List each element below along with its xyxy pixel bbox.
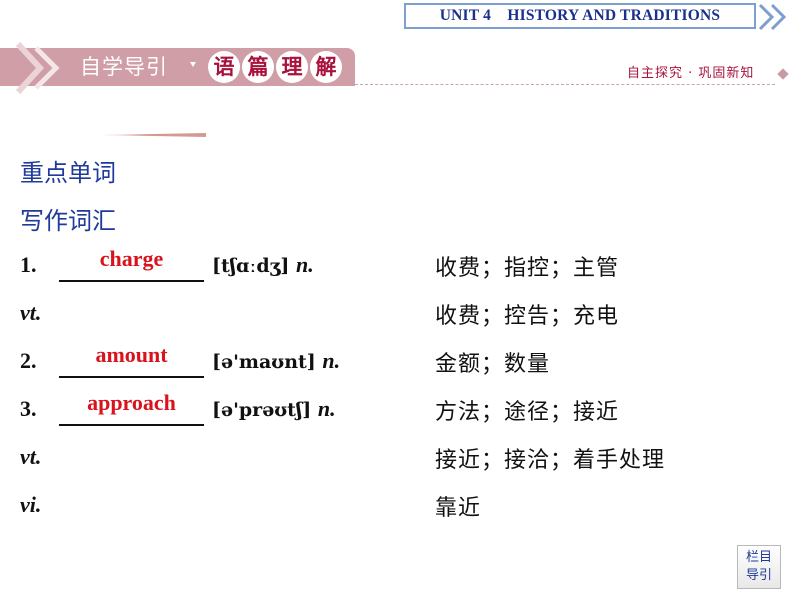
phonetic: [tʃɑːdʒ] n. [212,252,314,277]
answer-text: amount [95,342,168,367]
meaning: 金额；数量 [435,352,551,377]
nav-label-line2: 导引 [745,568,772,583]
nav-label-line1: 栏目 [745,550,772,565]
meaning: 收费；指控；主管 [435,256,620,281]
section-label: 自学导引 [80,55,168,79]
dashed-divider [355,84,775,85]
answer-text: approach [87,390,176,415]
answer-text: charge [99,246,164,271]
item-number: 3. [20,396,37,421]
part-of-speech: vt. [20,444,42,469]
decorative-stroke [98,133,206,137]
section-subtitle-char: 语 [208,51,240,83]
item-number: 2. [20,348,37,373]
section-subtitle-char: 解 [310,51,342,83]
double-chevron-right-icon [15,42,60,94]
right-section-label: 自主探究 · 巩固新知 [627,66,755,81]
answer-blank [59,376,204,378]
part-of-speech: vt. [20,300,42,325]
section-nav-button[interactable]: 栏目 导引 [737,545,781,589]
answer-blank [59,424,204,426]
phonetic: [ə'prəʊtʃ] n. [212,396,336,421]
unit-title-banner: UNIT 4 HISTORY AND TRADITIONS [404,3,756,29]
part-of-speech: vi. [20,492,42,517]
meaning: 接近；接洽；着手处理 [435,448,666,473]
meaning: 收费；控告；充电 [435,304,620,329]
heading-writing-vocab: 写作词汇 [20,207,116,235]
meaning: 靠近 [435,496,482,521]
section-subtitle-char: 理 [276,51,308,83]
unit-title: UNIT 4 HISTORY AND TRADITIONS [439,7,721,24]
answer-blank [59,280,204,282]
triangle-down-icon [190,62,196,67]
heading-key-words: 重点单词 [20,159,116,187]
diamond-icon [777,68,789,80]
item-number: 1. [20,252,37,277]
meaning: 方法；途径；接近 [435,400,620,425]
section-subtitle-char: 篇 [242,51,274,83]
phonetic: [ə'maʊnt] n. [212,348,341,373]
double-chevron-right-icon [758,3,787,31]
